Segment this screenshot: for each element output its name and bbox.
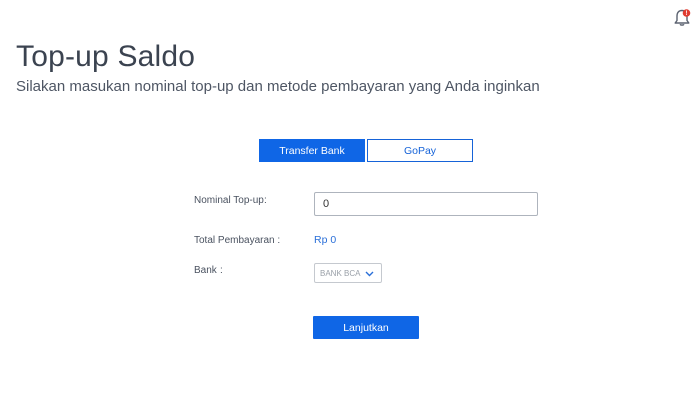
notification-badge: ! <box>686 11 688 17</box>
page-subtitle: Silakan masukan nominal top-up dan metod… <box>16 78 540 95</box>
nominal-input[interactable] <box>314 192 538 216</box>
notification-bell-icon[interactable]: ! <box>672 8 692 28</box>
nominal-label: Nominal Top-up <box>194 195 264 206</box>
bank-label: Bank <box>194 265 217 276</box>
tab-transfer-bank[interactable]: Transfer Bank <box>259 139 365 162</box>
tab-gopay[interactable]: GoPay <box>367 139 473 162</box>
nominal-separator: : <box>264 195 267 206</box>
page-title: Top-up Saldo <box>16 40 196 73</box>
chevron-down-icon <box>365 264 374 282</box>
total-value: Rp 0 <box>314 234 337 246</box>
bank-select[interactable]: BANK BCA <box>314 263 382 283</box>
bank-select-value: BANK BCA <box>320 268 361 278</box>
total-label: Total Pembayaran : <box>194 235 281 246</box>
bank-separator: : <box>220 265 223 276</box>
continue-button[interactable]: Lanjutkan <box>313 316 419 339</box>
